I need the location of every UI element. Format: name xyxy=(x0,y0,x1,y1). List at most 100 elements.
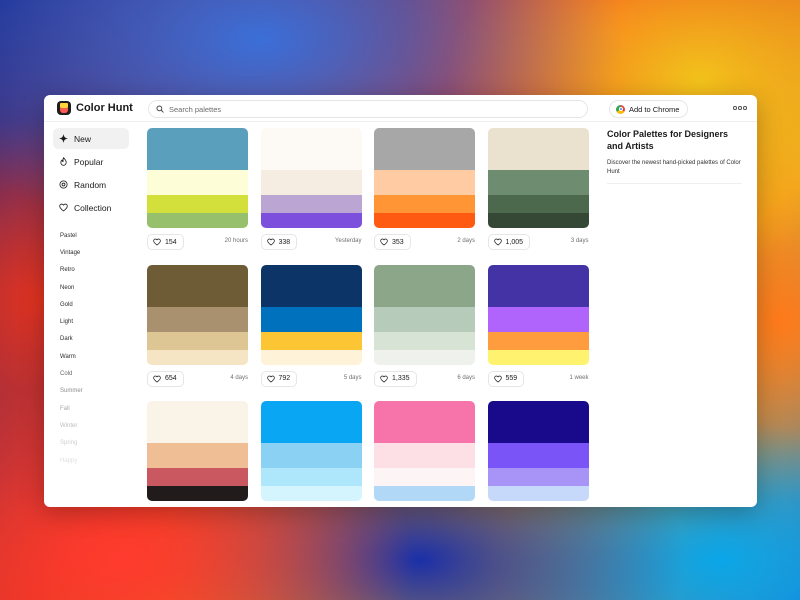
tag-summer[interactable]: Summer xyxy=(53,383,129,400)
color-swatch[interactable] xyxy=(487,401,589,443)
tag-neon[interactable]: Neon xyxy=(53,279,129,296)
palette-swatches[interactable] xyxy=(147,401,248,501)
color-swatch[interactable] xyxy=(487,264,589,307)
color-swatch[interactable] xyxy=(147,213,248,228)
tag-fall[interactable]: Fall xyxy=(53,400,129,417)
color-swatch[interactable] xyxy=(260,195,362,213)
like-button[interactable]: 1,005 xyxy=(487,234,531,250)
palette-swatches[interactable] xyxy=(374,401,475,501)
palette-card[interactable]: 559 1 week xyxy=(487,264,589,387)
palette-swatches[interactable] xyxy=(487,401,589,501)
color-swatch[interactable] xyxy=(374,443,475,468)
palette-swatches[interactable] xyxy=(147,264,248,365)
like-button[interactable]: 559 xyxy=(487,370,525,387)
tag-warm[interactable]: Warm xyxy=(53,348,129,365)
color-swatch[interactable] xyxy=(147,486,248,501)
palette-card[interactable]: 1,005 3 days xyxy=(487,128,589,250)
palette-card[interactable] xyxy=(374,401,475,501)
color-swatch[interactable] xyxy=(487,213,589,228)
color-swatch[interactable] xyxy=(147,306,248,332)
palette-swatches[interactable] xyxy=(487,128,589,228)
color-swatch[interactable] xyxy=(487,195,589,213)
color-swatch[interactable] xyxy=(260,170,362,195)
tag-light[interactable]: Light xyxy=(53,313,129,330)
search-input[interactable] xyxy=(169,104,569,114)
color-swatch[interactable] xyxy=(374,468,475,486)
palette-card[interactable] xyxy=(260,401,362,501)
logo[interactable]: Color Hunt xyxy=(57,101,133,115)
palette-card[interactable]: 353 2 days xyxy=(374,128,475,250)
color-swatch[interactable] xyxy=(374,331,475,350)
color-swatch[interactable] xyxy=(487,331,589,350)
tag-gold[interactable]: Gold xyxy=(53,296,129,313)
tag-happy[interactable]: Happy xyxy=(53,452,129,469)
palette-card[interactable]: 654 4 days xyxy=(147,264,248,387)
color-swatch[interactable] xyxy=(374,486,475,501)
color-swatch[interactable] xyxy=(260,443,362,468)
tag-vintage[interactable]: Vintage xyxy=(53,244,129,261)
color-swatch[interactable] xyxy=(487,170,589,195)
color-swatch[interactable] xyxy=(147,264,248,307)
like-button[interactable]: 654 xyxy=(147,370,184,387)
color-swatch[interactable] xyxy=(374,401,475,443)
palette-card[interactable] xyxy=(487,401,589,501)
color-swatch[interactable] xyxy=(487,349,589,365)
color-swatch[interactable] xyxy=(374,128,475,170)
palette-swatches[interactable] xyxy=(487,264,589,365)
more-menu-button[interactable] xyxy=(733,106,747,110)
tag-pastel[interactable]: Pastel xyxy=(53,227,129,244)
palette-swatches[interactable] xyxy=(260,264,362,365)
tag-cold[interactable]: Cold xyxy=(53,365,129,382)
like-button[interactable]: 154 xyxy=(147,234,184,250)
color-swatch[interactable] xyxy=(374,306,475,332)
color-swatch[interactable] xyxy=(260,468,362,486)
color-swatch[interactable] xyxy=(260,128,362,170)
color-swatch[interactable] xyxy=(374,264,475,307)
color-swatch[interactable] xyxy=(374,170,475,195)
palette-card[interactable]: 338 Yesterday xyxy=(260,128,362,250)
palette-swatches[interactable] xyxy=(374,128,475,228)
palette-card[interactable]: 1,335 6 days xyxy=(374,264,475,387)
search-bar[interactable] xyxy=(148,100,588,118)
color-swatch[interactable] xyxy=(260,331,362,350)
color-swatch[interactable] xyxy=(260,401,362,443)
tag-retro[interactable]: Retro xyxy=(53,262,129,279)
color-swatch[interactable] xyxy=(147,349,248,365)
color-swatch[interactable] xyxy=(487,306,589,332)
color-swatch[interactable] xyxy=(147,128,248,170)
color-swatch[interactable] xyxy=(260,349,362,365)
color-swatch[interactable] xyxy=(487,486,589,501)
color-swatch[interactable] xyxy=(374,349,475,365)
color-swatch[interactable] xyxy=(260,213,362,228)
color-swatch[interactable] xyxy=(147,443,248,468)
palette-swatches[interactable] xyxy=(260,128,362,228)
color-swatch[interactable] xyxy=(147,468,248,486)
tag-winter[interactable]: Winter xyxy=(53,417,129,434)
nav-item-random[interactable]: Random xyxy=(53,174,129,195)
palette-swatches[interactable] xyxy=(374,264,475,365)
palette-card[interactable]: 154 20 hours xyxy=(147,128,248,250)
color-swatch[interactable] xyxy=(487,128,589,170)
add-to-chrome-button[interactable]: Add to Chrome xyxy=(609,100,689,118)
color-swatch[interactable] xyxy=(374,213,475,228)
color-swatch[interactable] xyxy=(487,468,589,486)
nav-item-popular[interactable]: Popular xyxy=(53,151,129,172)
nav-item-new[interactable]: New xyxy=(53,128,129,149)
palette-swatches[interactable] xyxy=(260,401,362,501)
palette-card[interactable]: 792 5 days xyxy=(260,264,362,387)
palette-card[interactable] xyxy=(147,401,248,501)
color-swatch[interactable] xyxy=(147,170,248,195)
tag-dark[interactable]: Dark xyxy=(53,331,129,348)
like-button[interactable]: 1,335 xyxy=(374,370,417,387)
color-swatch[interactable] xyxy=(260,486,362,501)
color-swatch[interactable] xyxy=(260,306,362,332)
color-swatch[interactable] xyxy=(487,443,589,468)
like-button[interactable]: 353 xyxy=(374,234,411,250)
color-swatch[interactable] xyxy=(260,264,362,307)
color-swatch[interactable] xyxy=(147,331,248,350)
tag-spring[interactable]: Spring xyxy=(53,435,129,452)
color-swatch[interactable] xyxy=(147,195,248,213)
like-button[interactable]: 792 xyxy=(260,370,298,387)
like-button[interactable]: 338 xyxy=(260,234,298,250)
nav-item-collection[interactable]: Collection xyxy=(53,197,129,218)
